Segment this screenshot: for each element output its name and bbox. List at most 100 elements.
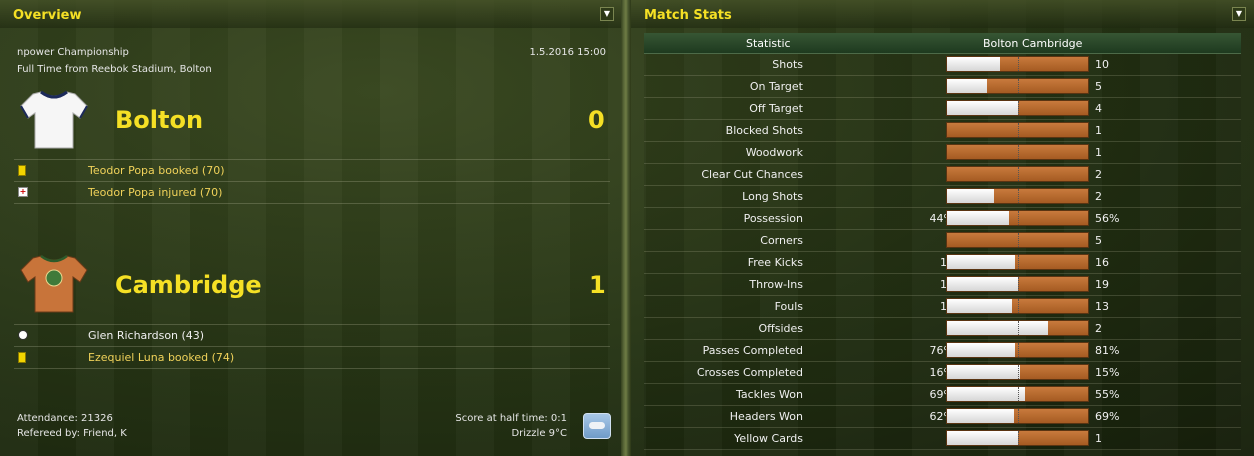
stat-midline	[1018, 79, 1019, 93]
column-statistic[interactable]: Statistic	[746, 37, 791, 50]
stat-row: Free Kicks1516	[644, 252, 1241, 274]
chevron-down-icon: ▼	[1235, 9, 1243, 18]
stat-row: Off Target44	[644, 98, 1241, 120]
stat-comparison-bar	[946, 122, 1089, 138]
stat-home-fill	[947, 409, 1014, 423]
stat-comparison-bar	[946, 298, 1089, 314]
stats-table-header: Statistic Bolton Cambridge	[644, 33, 1241, 54]
stat-home-fill	[947, 79, 988, 93]
stat-row: Crosses Completed 16% 15%	[644, 362, 1241, 384]
stat-comparison-bar	[946, 210, 1089, 226]
stat-comparison-bar	[946, 320, 1089, 336]
match-datetime: 1.5.2016 15:00	[529, 47, 606, 58]
home-team-name[interactable]: Bolton	[115, 106, 203, 134]
stat-comparison-bar	[946, 56, 1089, 72]
overview-menu-button[interactable]: ▼	[600, 7, 614, 21]
stat-away-value: 15%	[1095, 366, 1120, 379]
chevron-down-icon: ▼	[603, 9, 611, 18]
weather-cloud-icon	[583, 413, 611, 439]
stat-home-fill	[947, 211, 1010, 225]
stat-row: Woodwork01	[644, 142, 1241, 164]
stat-midline	[1018, 277, 1019, 291]
stat-home-fill	[947, 321, 1048, 335]
stat-row: Shots610	[644, 54, 1241, 76]
stat-row: On Target25	[644, 76, 1241, 98]
competition-name: npower Championship	[17, 47, 129, 58]
stat-midline	[1018, 101, 1019, 115]
stat-comparison-bar	[946, 430, 1089, 446]
stat-label: Possession	[743, 212, 803, 225]
yellow-card-icon	[18, 165, 26, 176]
stat-midline	[1018, 387, 1019, 401]
stat-home-fill	[947, 365, 1020, 379]
stat-row: Tackles Won 69% 55%	[644, 384, 1241, 406]
stat-away-value: 1	[1095, 432, 1102, 445]
stat-comparison-bar	[946, 188, 1089, 204]
match-stats-header: Match Stats ▼	[631, 0, 1254, 28]
stat-row: Headers Won 62% 69%	[644, 406, 1241, 428]
match-stats-title: Match Stats	[644, 8, 732, 23]
match-venue: Full Time from Reebok Stadium, Bolton	[17, 64, 212, 75]
stat-midline	[1018, 255, 1019, 269]
goal-ball-icon	[18, 330, 28, 340]
stat-comparison-bar	[946, 342, 1089, 358]
stat-away-value: 10	[1095, 58, 1109, 71]
stat-row: Possession 44% 56%	[644, 208, 1241, 230]
stat-label: Throw-Ins	[749, 278, 803, 291]
home-kit-shirt-icon	[20, 90, 88, 149]
match-event-row[interactable]: Teodor Popa booked (70)	[14, 159, 610, 181]
overview-title: Overview	[13, 8, 82, 23]
match-event-row[interactable]: Glen Richardson (43)	[14, 324, 610, 346]
match-stats-panel: Match Stats ▼ Statistic Bolton Cambridge…	[631, 0, 1254, 456]
stat-comparison-bar	[946, 386, 1089, 402]
stat-label: Shots	[772, 58, 803, 71]
stat-label: Crosses Completed	[696, 366, 803, 379]
away-team-name[interactable]: Cambridge	[115, 271, 262, 299]
stat-row: Clear Cut Chances02	[644, 164, 1241, 186]
match-stats-menu-button[interactable]: ▼	[1232, 7, 1246, 21]
stat-midline	[1018, 167, 1019, 181]
stat-comparison-bar	[946, 254, 1089, 270]
referee: Refereed by: Friend, K	[17, 428, 127, 439]
column-away[interactable]: Cambridge	[1022, 37, 1082, 50]
column-home[interactable]: Bolton	[983, 37, 1018, 50]
event-text: Glen Richardson (43)	[88, 329, 205, 342]
stat-row: Fouls1113	[644, 296, 1241, 318]
panel-divider[interactable]	[621, 0, 631, 456]
stat-comparison-bar	[946, 232, 1089, 248]
stat-midline	[1018, 343, 1019, 357]
stat-home-fill	[947, 255, 1016, 269]
stat-midline	[1018, 431, 1019, 445]
stat-label: Yellow Cards	[734, 432, 803, 445]
stat-label: Corners	[760, 234, 803, 247]
injury-icon: +	[18, 187, 28, 197]
stat-home-fill	[947, 57, 1000, 71]
stat-comparison-bar	[946, 276, 1089, 292]
stat-away-value: 1	[1095, 124, 1102, 137]
stat-row: Passes Completed 76% 81%	[644, 340, 1241, 362]
stat-row: Offsides52	[644, 318, 1241, 340]
stat-away-value: 81%	[1095, 344, 1120, 357]
stat-label: Woodwork	[745, 146, 803, 159]
stat-away-value: 2	[1095, 322, 1102, 335]
home-score: 0	[588, 106, 605, 134]
stat-label: Offsides	[758, 322, 803, 335]
overview-panel: Overview ▼ npower Championship 1.5.2016 …	[0, 0, 621, 456]
stat-home-fill	[947, 431, 1018, 445]
stat-away-value: 56%	[1095, 212, 1120, 225]
stat-label: On Target	[749, 80, 803, 93]
match-event-row[interactable]: Ezequiel Luna booked (74)	[14, 346, 610, 369]
stat-midline	[1018, 365, 1019, 379]
match-event-row[interactable]: + Teodor Popa injured (70)	[14, 181, 610, 204]
away-score: 1	[589, 271, 606, 299]
stat-label: Blocked Shots	[725, 124, 803, 137]
stat-away-value: 2	[1095, 168, 1102, 181]
stat-comparison-bar	[946, 408, 1089, 424]
stat-away-value: 1	[1095, 146, 1102, 159]
stat-label: Long Shots	[742, 190, 803, 203]
stat-row: Throw-Ins1919	[644, 274, 1241, 296]
overview-header: Overview ▼	[0, 0, 621, 28]
stat-midline	[1018, 123, 1019, 137]
stat-midline	[1018, 321, 1019, 335]
stat-home-fill	[947, 387, 1026, 401]
